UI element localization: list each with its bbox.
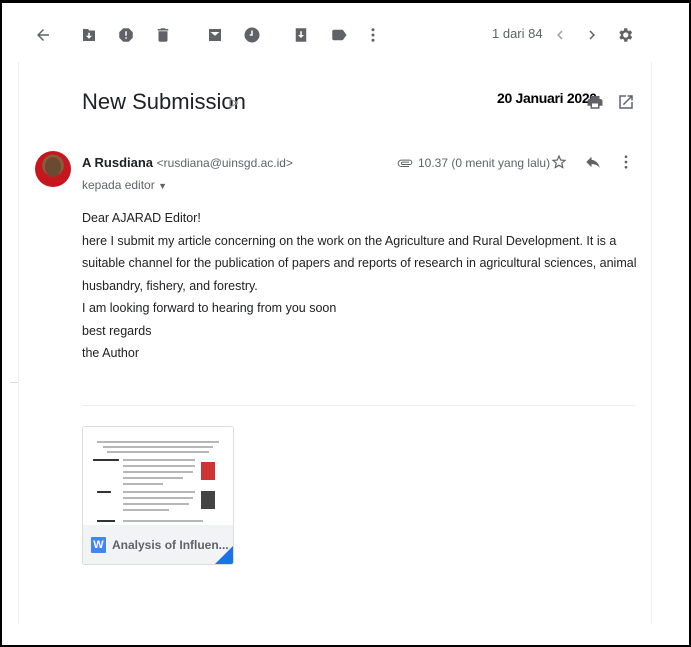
body-line: best regards [82, 323, 152, 338]
body-line: Dear AJARAD Editor! [82, 211, 201, 225]
avatar[interactable] [35, 151, 71, 187]
recipient-toggle[interactable]: kepada editor ▼ [82, 178, 167, 192]
thumb-line [93, 459, 119, 461]
body-line: I am looking forward to hearing from you… [82, 301, 337, 315]
arrow-back-icon[interactable] [32, 24, 54, 46]
attachment-name: Analysis of Influen... [112, 537, 229, 552]
word-doc-icon: W [91, 536, 106, 553]
subject-title: New Submission [82, 89, 246, 114]
thumb-line [97, 520, 115, 522]
message-body: Dear AJARAD Editor! here I submit my art… [82, 207, 642, 365]
thumb-line [123, 477, 183, 479]
label-icon[interactable] [328, 24, 350, 46]
chevron-left-icon[interactable] [549, 24, 571, 46]
chevron-down-icon[interactable]: ▼ [158, 181, 167, 191]
thumb-line [123, 459, 195, 461]
sender-name[interactable]: A Rusdiana [82, 155, 153, 170]
thumb-line [123, 509, 169, 511]
thumb-line [123, 483, 163, 485]
thumb-line [123, 471, 193, 473]
chevron-right-icon[interactable] [581, 24, 603, 46]
corner-fold-icon [215, 546, 233, 564]
divider [10, 382, 18, 383]
thumb-line [123, 520, 203, 522]
reply-icon[interactable] [584, 153, 602, 171]
snooze-icon[interactable] [241, 24, 263, 46]
sender-email: <rusdiana@uinsgd.ac.id> [156, 156, 293, 170]
message-time: 10.37 (0 menit yang lalu) [418, 156, 551, 170]
body-line: here I submit my article concerning on t… [82, 233, 637, 293]
thumb-photo [201, 462, 215, 480]
more-vert-icon[interactable] [362, 24, 384, 46]
print-icon[interactable] [586, 93, 604, 111]
attachment-card[interactable]: W Analysis of Influen... [82, 426, 234, 565]
message-meta: 10.37 (0 menit yang lalu) [397, 155, 550, 171]
move-to-icon[interactable] [290, 24, 312, 46]
gear-icon[interactable] [614, 24, 636, 46]
thumb-photo [201, 491, 215, 509]
star-icon[interactable] [550, 153, 568, 171]
mark-unread-icon[interactable] [204, 24, 226, 46]
sender-line: A Rusdiana <rusdiana@uinsgd.ac.id> [82, 155, 293, 170]
thumb-line [123, 497, 193, 499]
pagination-text: 1 dari 84 [492, 26, 543, 41]
thumb-line [123, 491, 195, 493]
attachment-label-bar: W Analysis of Influen... [83, 525, 233, 564]
thumb-line [97, 441, 219, 443]
recipient-label: kepada editor [82, 178, 155, 192]
thumb-line [97, 491, 111, 493]
date-stamp: 20 Januari 2020 [497, 90, 597, 106]
divider [82, 405, 635, 406]
archive-icon[interactable] [78, 24, 100, 46]
attachment-icon [397, 159, 413, 167]
message-view: New Submission ᐅ 20 Januari 2020 A Rusdi… [18, 62, 652, 624]
thumb-line [123, 503, 189, 505]
thumb-line [103, 446, 213, 448]
more-vert-icon[interactable] [617, 153, 635, 171]
avatar-face [45, 157, 61, 177]
body-line: the Author [82, 346, 139, 360]
important-marker-icon[interactable]: ᐅ [228, 95, 239, 112]
delete-icon[interactable] [152, 24, 174, 46]
toolbar: 1 dari 84 [0, 14, 691, 56]
thumb-line [107, 451, 209, 453]
report-spam-icon[interactable] [115, 24, 137, 46]
open-new-window-icon[interactable] [617, 93, 635, 111]
attachment-thumbnail [83, 427, 233, 525]
thumb-line [123, 465, 195, 467]
